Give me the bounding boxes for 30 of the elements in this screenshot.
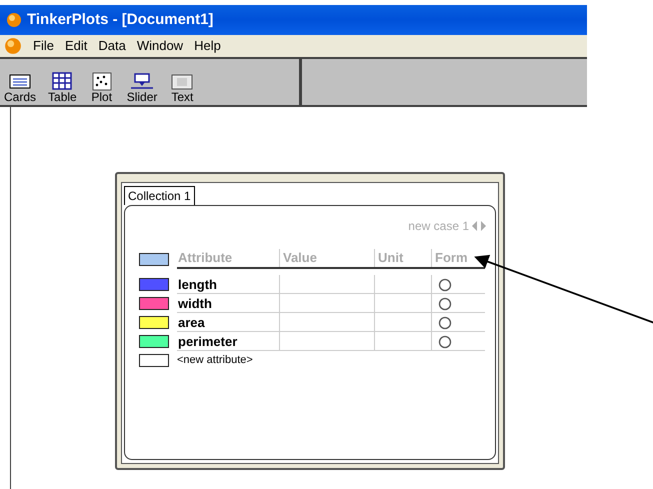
column-header: Unit xyxy=(374,249,431,267)
attribute-name[interactable]: area xyxy=(177,313,279,332)
formula-circle-icon[interactable] xyxy=(438,334,452,348)
menu-item[interactable]: Help xyxy=(194,36,221,56)
toolbar-button[interactable]: Slider xyxy=(124,72,160,104)
attribute-name[interactable]: length xyxy=(177,275,279,294)
slider-icon xyxy=(129,72,156,91)
app-logo-icon xyxy=(6,12,22,28)
case-label: new case 1 xyxy=(408,218,469,235)
toolbar-button[interactable]: Cards xyxy=(2,72,38,104)
formula-circle-icon[interactable] xyxy=(438,296,452,310)
toolbar-button[interactable]: Plot xyxy=(86,72,117,104)
collection-tab[interactable]: Collection 1 xyxy=(124,186,195,205)
menu-item[interactable]: Edit xyxy=(64,36,88,56)
menu-item[interactable]: Window xyxy=(136,36,184,56)
column-header: Form xyxy=(431,249,485,267)
cards-icon xyxy=(7,72,33,91)
menu-item[interactable]: File xyxy=(33,36,54,56)
new-attribute-field[interactable]: <new attribute> xyxy=(177,352,253,369)
text-box-icon xyxy=(169,72,196,91)
attribute-name[interactable]: width xyxy=(177,294,279,313)
menu-item[interactable]: Data xyxy=(98,36,126,56)
toolbar-button[interactable]: Text xyxy=(167,72,198,104)
formula-circle-icon[interactable] xyxy=(438,278,452,292)
column-header: Attribute xyxy=(177,249,234,267)
toolbar-button[interactable]: Table xyxy=(46,72,79,104)
column-header: Value xyxy=(279,249,374,267)
formula-circle-icon[interactable] xyxy=(438,316,452,330)
window-title: TinkerPlots - [Document1] xyxy=(27,10,214,30)
attribute-name[interactable]: perimeter xyxy=(177,332,279,351)
